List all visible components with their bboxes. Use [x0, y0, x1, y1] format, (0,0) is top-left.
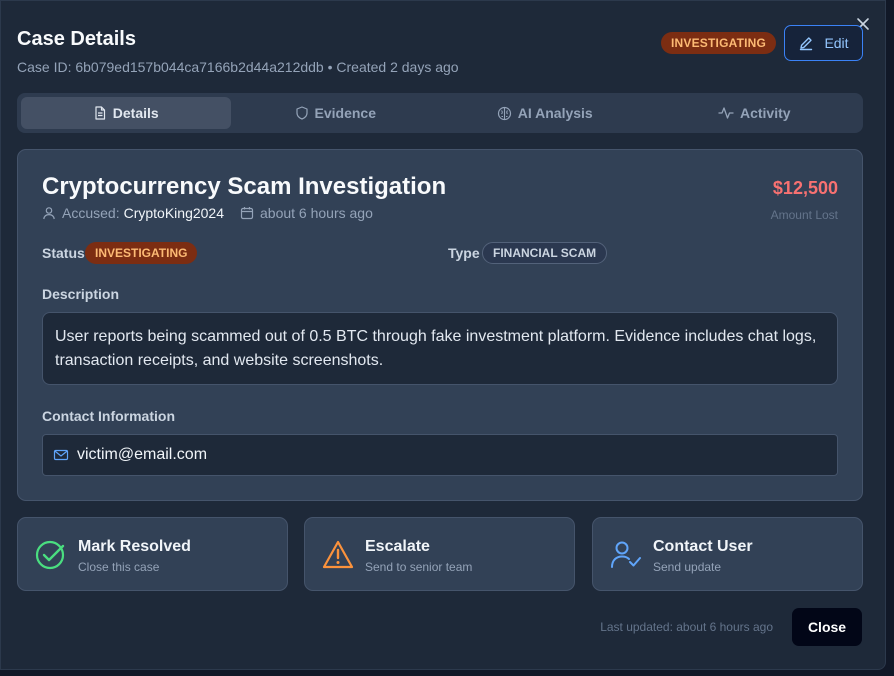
contact-label: Contact Information	[42, 408, 175, 424]
tab-label: Details	[112, 105, 159, 121]
type-label: Type	[448, 245, 480, 261]
brain-icon	[497, 106, 511, 120]
action-subtitle: Send to senior team	[365, 560, 473, 574]
description-label: Description	[42, 286, 120, 302]
escalate-button[interactable]: Escalate Send to senior team	[304, 517, 575, 591]
action-subtitle: Close this case	[78, 560, 160, 574]
status-badge: INVESTIGATING	[85, 242, 198, 264]
user-check-icon	[611, 541, 641, 568]
mail-icon	[53, 449, 69, 461]
action-title: Escalate	[365, 538, 430, 555]
tab-label: Activity	[739, 105, 791, 121]
tab-details[interactable]: Details	[21, 97, 231, 129]
status-badge: INVESTIGATING	[661, 32, 777, 54]
tab-bar: Details Evidence AI Analysis Activity	[17, 93, 863, 133]
mark-resolved-button[interactable]: Mark Resolved Close this case	[17, 517, 288, 591]
action-title: Mark Resolved	[78, 538, 191, 555]
check-circle-icon	[35, 540, 65, 570]
status-label: Status	[42, 245, 85, 261]
action-title: Contact User	[653, 538, 753, 555]
pencil-icon	[800, 37, 813, 51]
type-badge: FINANCIAL SCAM	[482, 242, 608, 264]
case-time: about 6 hours ago	[260, 205, 373, 221]
action-subtitle: Send update	[653, 560, 722, 574]
user-icon	[43, 207, 55, 220]
contact-user-button[interactable]: Contact User Send update	[592, 517, 863, 591]
shield-icon	[295, 106, 308, 120]
case-info-card: Cryptocurrency Scam Investigation Accuse…	[17, 149, 863, 501]
close-button[interactable]: Close	[792, 608, 862, 646]
tab-ai-analysis[interactable]: AI Analysis	[440, 97, 650, 129]
calendar-icon	[240, 207, 254, 220]
accused-name: CryptoKing2024	[123, 205, 224, 221]
case-id-line: Case ID: 6b079ed157b044ca7166b2d44a212dd…	[17, 59, 459, 75]
warning-icon	[322, 540, 354, 569]
case-meta: Accused: CryptoKing2024 about 6 hours ag…	[42, 205, 373, 221]
modal-title: Case Details	[17, 28, 136, 50]
last-updated-text: Last updated: about 6 hours ago	[600, 620, 773, 634]
tab-label: AI Analysis	[517, 105, 593, 121]
case-details-modal: Case Details Case ID: 6b079ed157b044ca71…	[0, 0, 886, 670]
tab-activity[interactable]: Activity	[650, 97, 860, 129]
activity-icon	[718, 107, 734, 119]
edit-label: Edit	[824, 35, 849, 51]
contact-email: victim@email.com	[77, 446, 208, 463]
accused-label: Accused:	[62, 205, 120, 221]
description-text: User reports being scammed out of 0.5 BT…	[42, 312, 838, 385]
amount-lost-value: $12,500	[772, 178, 838, 198]
document-icon	[95, 106, 105, 120]
tab-label: Evidence	[314, 105, 376, 121]
tab-evidence[interactable]: Evidence	[231, 97, 441, 129]
case-title: Cryptocurrency Scam Investigation	[42, 173, 447, 200]
contact-email-field[interactable]: victim@email.com	[42, 434, 838, 476]
amount-lost-label: Amount Lost	[770, 208, 838, 222]
edit-button[interactable]: Edit	[784, 25, 863, 61]
